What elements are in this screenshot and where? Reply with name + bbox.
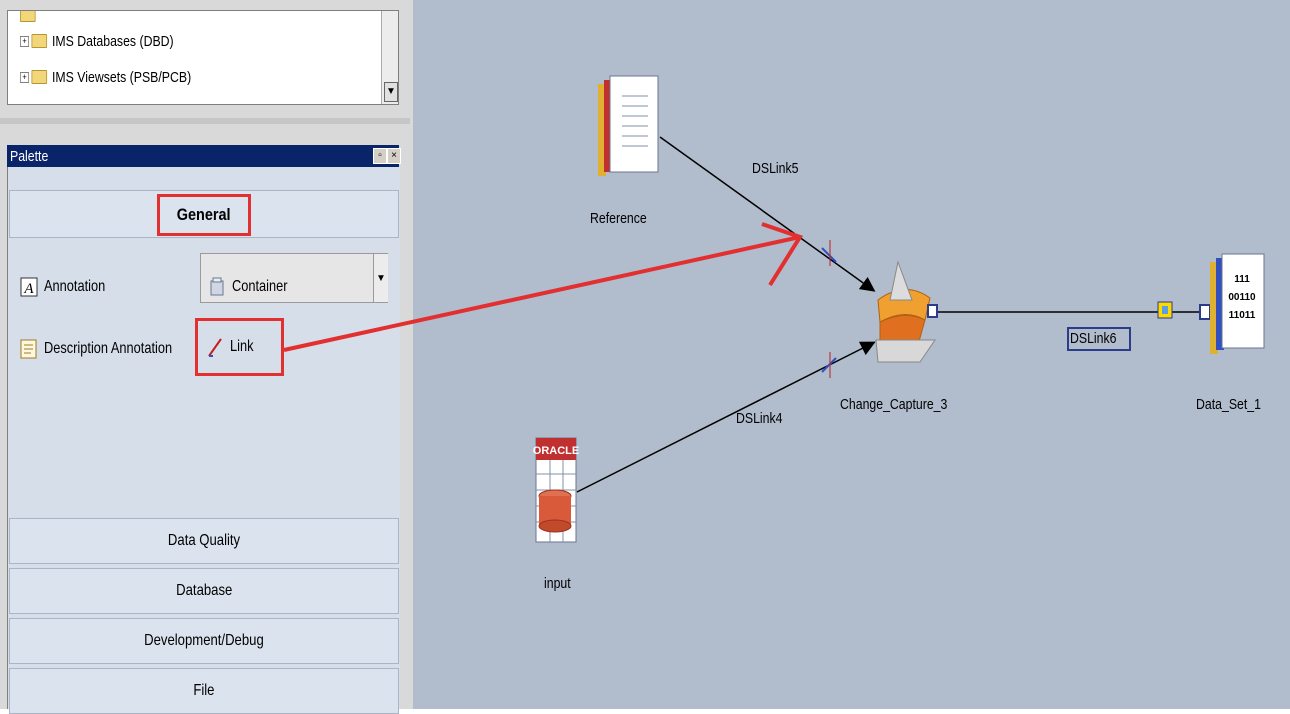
reference-file-icon[interactable]	[598, 75, 659, 176]
stage-label-reference: Reference	[590, 210, 647, 227]
link-label-dslink6: DSLink6	[1070, 330, 1117, 347]
link-label-dslink5: DSLink5	[752, 160, 799, 177]
stage-label-input: input	[544, 575, 571, 592]
link-marker-icon	[821, 352, 837, 378]
bit-row: 00110	[1228, 292, 1256, 303]
canvas-graphics: 111 00110 11011 ORACLE	[283, 75, 1265, 543]
oracle-badge: ORACLE	[533, 445, 579, 457]
bit-row: 111	[1234, 274, 1250, 285]
bit-row: 11011	[1229, 310, 1256, 321]
link-label-dslink4: DSLink4	[736, 410, 783, 427]
change-capture-stage-icon[interactable]	[875, 260, 938, 363]
stage-label-data-set: Data_Set_1	[1196, 396, 1261, 413]
stage-label-change-capture: Change_Capture_3	[840, 396, 948, 413]
red-annotation-arrow	[283, 222, 804, 352]
data-set-file-icon[interactable]	[1157, 253, 1265, 354]
